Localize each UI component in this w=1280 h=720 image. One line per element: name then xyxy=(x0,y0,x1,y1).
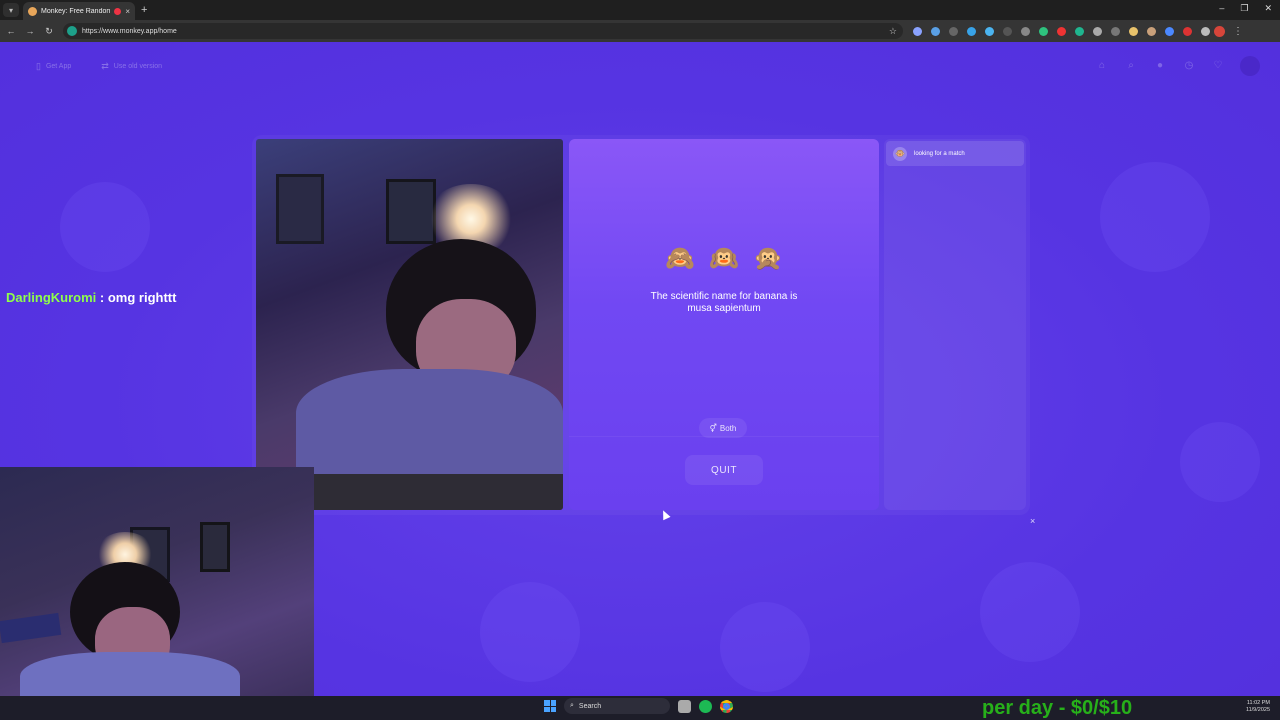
search-icon[interactable]: ⌕ xyxy=(1124,59,1138,73)
taskbar-search[interactable]: ⌕ Search xyxy=(564,698,670,714)
extension-icon[interactable] xyxy=(1111,26,1120,36)
extension-icon[interactable] xyxy=(985,26,994,36)
extensions-puzzle-icon[interactable] xyxy=(1201,26,1210,36)
background-blob xyxy=(60,182,150,272)
person-shirt xyxy=(296,369,563,479)
background-blob xyxy=(480,582,580,682)
url-text: https://www.monkey.app/home xyxy=(82,27,177,35)
background-blob xyxy=(1100,162,1210,272)
profile-avatar[interactable] xyxy=(1214,25,1225,37)
browser-tab-strip: ▾ Monkey: Free Random Vid × + – ❐ ✕ xyxy=(0,0,1280,20)
monkey-avatar-icon: 🐵 xyxy=(893,146,907,161)
user-avatar[interactable] xyxy=(1240,56,1260,76)
extension-icon[interactable] xyxy=(1129,26,1138,36)
taskbar-search-label: Search xyxy=(578,702,602,710)
new-tab-button[interactable]: + xyxy=(141,4,147,16)
both-genders-icon: ⚥ xyxy=(709,423,717,433)
spotify-icon[interactable] xyxy=(699,699,712,713)
status-text: looking for a match xyxy=(914,150,965,157)
close-icon[interactable]: × xyxy=(1030,516,1035,526)
tab-search-button[interactable]: ▾ xyxy=(3,3,19,17)
chat-message: : omg righttt xyxy=(96,290,177,305)
monkey-favicon-icon xyxy=(28,6,37,16)
match-panel: 🙈 🙉 🙊 The scientific name for banana is … xyxy=(569,139,879,510)
gender-filter-label: Both xyxy=(719,423,737,433)
restore-button[interactable]: ❐ xyxy=(1240,3,1248,14)
earnings-overlay: per day - $0/$10 xyxy=(982,697,1133,719)
tab-close-button[interactable]: × xyxy=(125,7,130,16)
window-controls: – ❐ ✕ xyxy=(1219,3,1272,14)
extension-icon[interactable] xyxy=(913,26,922,36)
person-arm xyxy=(0,612,62,644)
extension-icon[interactable] xyxy=(967,26,976,36)
background-blob xyxy=(980,562,1080,662)
streamer-webcam xyxy=(0,467,314,704)
extension-icon[interactable] xyxy=(1183,26,1192,36)
extension-icon[interactable] xyxy=(1039,26,1048,36)
header-right: ⌂ ⌕ ● ◷ ♡ xyxy=(1095,56,1260,76)
background-blob xyxy=(1180,422,1260,502)
extension-icon[interactable] xyxy=(949,26,958,36)
chat-panel: 🐵 looking for a match xyxy=(884,139,1026,510)
get-app-button[interactable]: ▯ Get App xyxy=(28,56,79,76)
reload-icon[interactable]: ↻ xyxy=(41,26,57,37)
minimize-button[interactable]: – xyxy=(1219,3,1224,14)
extension-icon[interactable] xyxy=(1021,26,1030,36)
old-version-button[interactable]: ⇄ Use old version xyxy=(93,56,170,76)
address-bar[interactable]: https://www.monkey.app/home ☆ xyxy=(63,23,903,39)
remote-video-feed xyxy=(256,139,563,510)
chrome-icon[interactable] xyxy=(720,699,733,713)
stream-chat-overlay: DarlingKuromi : omg righttt xyxy=(6,290,176,305)
browser-menu-icon[interactable]: ⋮ xyxy=(1233,26,1243,37)
monkey-icon[interactable]: ● xyxy=(1153,59,1167,73)
history-icon[interactable]: ◷ xyxy=(1182,59,1196,73)
status-message: 🐵 looking for a match xyxy=(886,141,1024,166)
clock-date: 11/9/2025 xyxy=(1245,707,1270,713)
extension-icon[interactable] xyxy=(1075,26,1084,36)
system-clock[interactable]: 11:02 PM 11/9/2025 xyxy=(1246,700,1270,714)
monkey-emoji-row: 🙈 🙉 🙊 xyxy=(569,244,879,273)
close-window-button[interactable]: ✕ xyxy=(1264,3,1272,14)
back-icon[interactable]: ← xyxy=(3,26,19,36)
extension-icon[interactable] xyxy=(1093,26,1102,36)
swap-icon: ⇄ xyxy=(101,60,109,71)
chat-username: DarlingKuromi xyxy=(6,290,97,305)
extension-icon[interactable] xyxy=(1003,26,1012,36)
background-blob xyxy=(720,602,810,692)
chat-bubble-icon[interactable]: ♡ xyxy=(1211,59,1225,73)
windows-start-icon[interactable] xyxy=(544,700,556,712)
see-no-evil-monkey-icon: 🙈 xyxy=(665,245,696,272)
speak-no-evil-monkey-icon: 🙊 xyxy=(752,245,783,272)
gender-filter-button[interactable]: ⚥ Both xyxy=(699,418,747,438)
fun-fact-text: The scientific name for banana is musa s… xyxy=(650,291,798,314)
hear-no-evil-monkey-icon: 🙉 xyxy=(709,245,739,272)
browser-tab[interactable]: Monkey: Free Random Vid × xyxy=(23,2,135,20)
bookmark-star-icon[interactable]: ☆ xyxy=(889,26,897,37)
wall-frame xyxy=(276,174,324,244)
extension-icon[interactable] xyxy=(931,26,940,36)
search-icon: ⌕ xyxy=(570,702,574,709)
recording-indicator-icon xyxy=(114,7,122,15)
taskbar-apps: ⌕ Search xyxy=(544,698,733,714)
get-app-label: Get App xyxy=(45,62,72,70)
wall-frame xyxy=(200,522,230,572)
clock-time: 11:02 PM xyxy=(1246,700,1270,706)
extension-icon[interactable] xyxy=(1057,26,1066,36)
quit-button[interactable]: QUIT xyxy=(685,455,763,485)
extensions-row xyxy=(913,26,1210,36)
old-version-label: Use old version xyxy=(113,62,163,70)
extension-icon[interactable] xyxy=(1147,26,1156,36)
phone-icon: ▯ xyxy=(36,60,41,71)
file-explorer-icon[interactable] xyxy=(678,699,691,713)
tab-title: Monkey: Free Random Vid xyxy=(41,7,111,15)
header-left: ▯ Get App ⇄ Use old version xyxy=(28,56,170,76)
extension-icon[interactable] xyxy=(1165,26,1174,36)
site-info-icon[interactable] xyxy=(67,26,77,36)
forward-icon[interactable]: → xyxy=(22,26,38,36)
home-icon[interactable]: ⌂ xyxy=(1095,59,1109,73)
browser-toolbar: ← → ↻ https://www.monkey.app/home ☆ ⋮ xyxy=(0,20,1280,42)
